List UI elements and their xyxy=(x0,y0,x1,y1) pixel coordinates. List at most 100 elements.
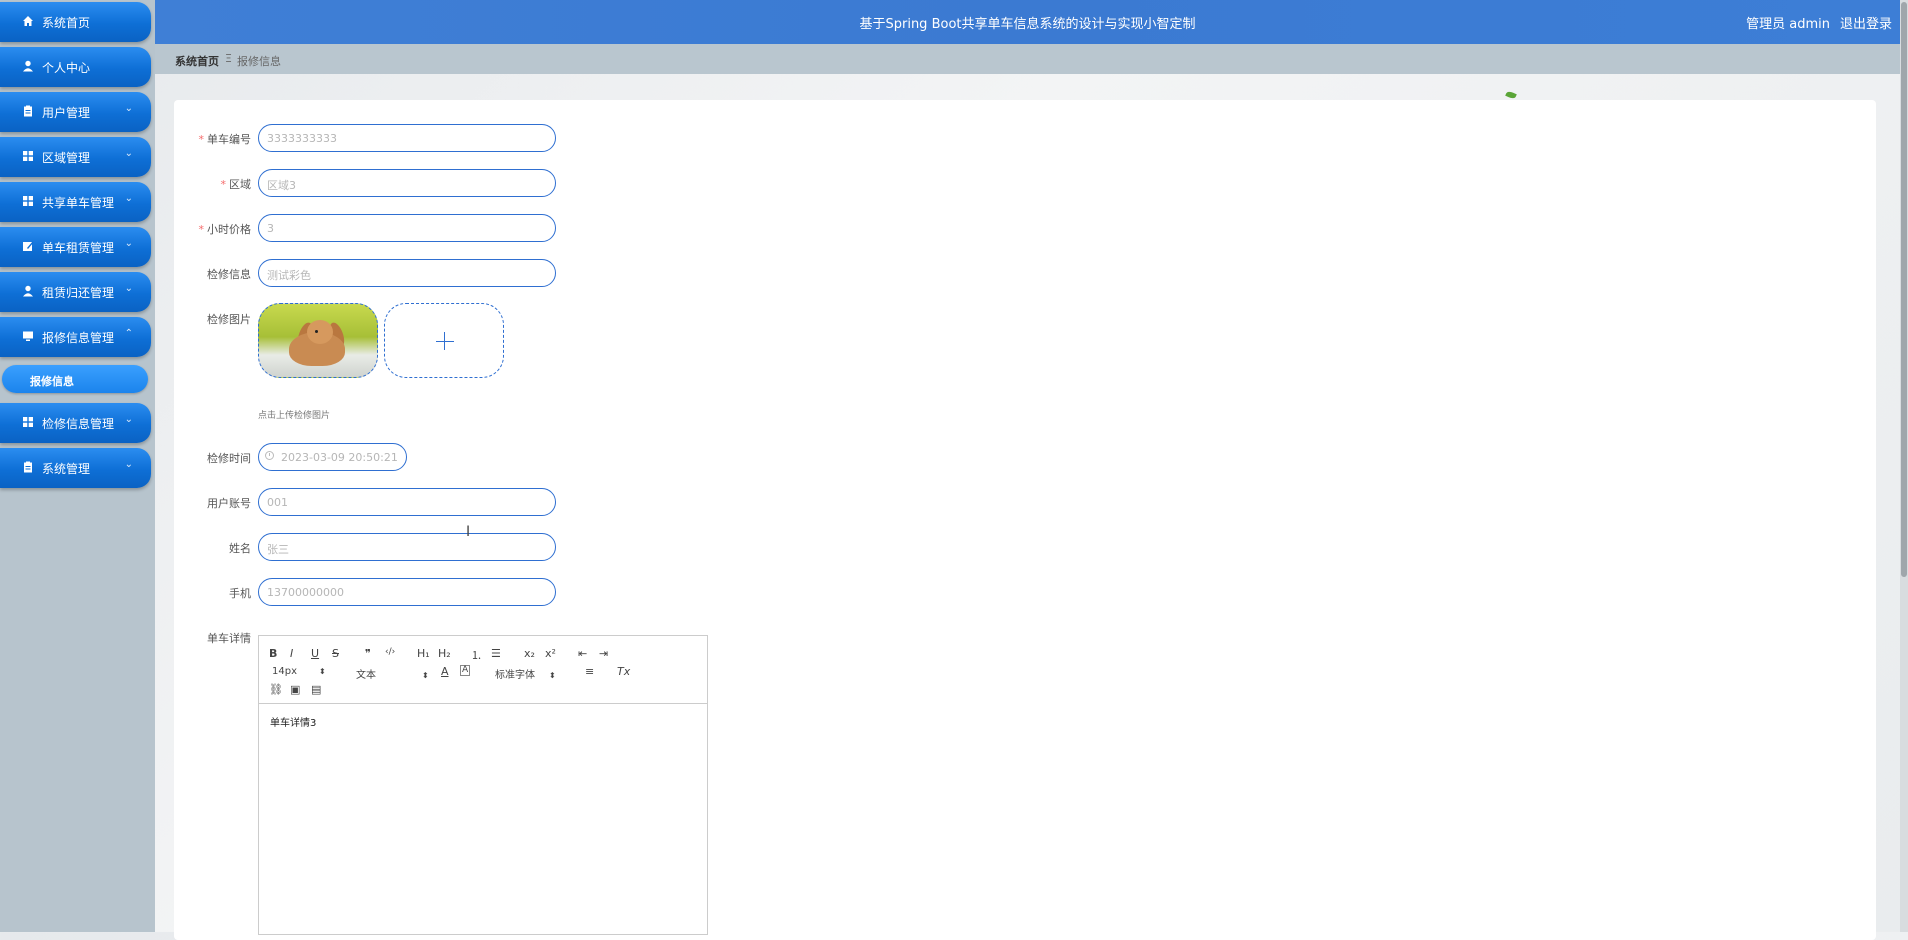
select-caret-icon: ⬍ xyxy=(319,667,326,676)
chevron-down-icon: ⌄ xyxy=(124,193,133,204)
underline-button[interactable]: U xyxy=(311,647,319,660)
breadcrumb-home[interactable]: 系统首页 xyxy=(175,53,219,69)
select-caret-icon: ⬍ xyxy=(422,671,429,680)
current-user: 管理员 admin xyxy=(1746,17,1830,32)
clipboard-icon xyxy=(24,105,32,117)
hour-price-label: * 小时价格 xyxy=(198,223,252,236)
rich-text-editor[interactable]: B I U S ❞ ‹/› H₁ H₂ ⒈ ☰ x₂ x² ⇤ ⇥ 14px ⬍ … xyxy=(258,635,708,935)
bike-no-input[interactable]: 3333333333 xyxy=(258,124,556,152)
header-select[interactable]: 文本 ⬍ xyxy=(356,666,429,681)
sidebar-item-label: 区域管理 xyxy=(42,151,91,165)
user-account-label: 用户账号 xyxy=(207,497,251,510)
sidebar-item-profile[interactable]: 个人中心 xyxy=(0,47,151,87)
user-icon xyxy=(23,285,33,297)
grid-icon xyxy=(23,417,33,427)
strike-button[interactable]: S xyxy=(332,647,339,660)
plus-icon xyxy=(436,341,454,342)
italic-button[interactable]: I xyxy=(290,647,293,660)
select-caret-icon: ⬍ xyxy=(549,671,556,680)
scrollbar-thumb[interactable] xyxy=(1901,2,1907,577)
user-icon xyxy=(23,60,33,72)
sidebar-item-label: 检修信息管理 xyxy=(42,417,115,431)
sidebar-item-label: 共享单车管理 xyxy=(42,196,115,210)
inspection-info-input[interactable]: 测试彩色 xyxy=(258,259,556,287)
editor-toolbar: B I U S ❞ ‹/› H₁ H₂ ⒈ ☰ x₂ x² ⇤ ⇥ 14px ⬍ … xyxy=(259,636,707,704)
chevron-down-icon: ⌄ xyxy=(124,238,133,249)
breadcrumb-separator: Ξ xyxy=(225,52,232,65)
sidebar-item-return-management[interactable]: 租赁归还管理 ⌄ xyxy=(0,272,151,312)
uploaded-image-thumbnail[interactable] xyxy=(258,303,378,378)
breadcrumb: 系统首页 Ξ 报修信息 xyxy=(155,44,1900,74)
sidebar-item-rental-management[interactable]: 单车租赁管理 ⌄ xyxy=(0,227,151,267)
align-button[interactable]: ≡ xyxy=(585,665,594,678)
bullet-list-button[interactable]: ☰ xyxy=(491,647,501,660)
grid-icon xyxy=(23,196,33,206)
edit-icon xyxy=(23,241,34,251)
breadcrumb-current: 报修信息 xyxy=(237,55,281,68)
sidebar-item-label: 个人中心 xyxy=(42,61,91,75)
leaf-decoration xyxy=(1505,90,1517,100)
sidebar-item-label: 报修信息管理 xyxy=(42,331,115,345)
link-button[interactable]: ⛓ xyxy=(269,683,283,696)
sidebar-subitem-label: 报修信息 xyxy=(30,375,74,388)
text-color-button[interactable]: A xyxy=(441,665,449,678)
font-size-select[interactable]: 14px ⬍ xyxy=(272,666,326,677)
image-button[interactable]: ▣ xyxy=(290,683,300,696)
clean-format-button[interactable]: Tx xyxy=(617,665,630,678)
sidebar-item-user-management[interactable]: 用户管理 ⌄ xyxy=(0,92,151,132)
sidebar: 系统首页 个人中心 用户管理 ⌄ 区域管理 ⌄ 共享单车管理 ⌄ 单车租赁管理 … xyxy=(0,0,155,932)
text-cursor-icon: I xyxy=(466,524,471,540)
upload-hint: 点击上传检修图片 xyxy=(258,411,331,421)
inspection-time-picker[interactable]: 2023-03-09 20:50:21 xyxy=(258,443,407,471)
blockquote-button[interactable]: ❞ xyxy=(365,647,371,660)
name-label: 姓名 xyxy=(229,542,251,555)
hour-price-input[interactable]: 3 xyxy=(258,214,556,242)
bold-button[interactable]: B xyxy=(269,647,277,660)
area-input[interactable]: 区域3 xyxy=(258,169,556,197)
header1-button[interactable]: H₁ xyxy=(417,647,430,660)
sidebar-item-repair-management[interactable]: 报修信息管理 ⌃ xyxy=(0,317,151,357)
chevron-down-icon: ⌄ xyxy=(124,414,133,425)
sidebar-item-home[interactable]: 系统首页 xyxy=(0,2,151,42)
sidebar-item-system-management[interactable]: 系统管理 ⌄ xyxy=(0,448,151,488)
chevron-down-icon: ⌄ xyxy=(124,148,133,159)
grid-icon xyxy=(23,151,33,161)
sidebar-item-inspection-management[interactable]: 检修信息管理 ⌄ xyxy=(0,403,151,443)
chevron-down-icon: ⌄ xyxy=(124,103,133,114)
area-label: * 区域 xyxy=(220,178,252,191)
image-upload-button[interactable] xyxy=(384,303,504,378)
outdent-button[interactable]: ⇤ xyxy=(578,647,587,660)
home-icon xyxy=(23,16,33,26)
subscript-button[interactable]: x₂ xyxy=(524,647,535,660)
top-header: 基于Spring Boot共享单车信息系统的设计与实现小智定制 管理员 admi… xyxy=(155,0,1900,44)
font-family-select[interactable]: 标准字体 ⬍ xyxy=(495,666,556,681)
monitor-icon xyxy=(23,331,33,341)
inspection-info-label: 检修信息 xyxy=(207,268,251,281)
sidebar-item-label: 用户管理 xyxy=(42,106,91,120)
logout-link[interactable]: 退出登录 xyxy=(1840,13,1892,32)
video-button[interactable]: ▤ xyxy=(311,683,321,696)
clock-icon xyxy=(265,451,274,460)
bike-no-label: * 单车编号 xyxy=(198,133,252,146)
inspection-time-label: 检修时间 xyxy=(207,452,251,465)
sidebar-item-label: 单车租赁管理 xyxy=(42,241,115,255)
header2-button[interactable]: H₂ xyxy=(438,647,451,660)
sidebar-item-bike-management[interactable]: 共享单车管理 ⌄ xyxy=(0,182,151,222)
superscript-button[interactable]: x² xyxy=(545,647,556,660)
app-title: 基于Spring Boot共享单车信息系统的设计与实现小智定制 xyxy=(859,17,1196,32)
sidebar-subitem-repair-info[interactable]: 报修信息 xyxy=(2,365,148,393)
editor-content[interactable]: 单车详情3 xyxy=(270,714,316,729)
bike-details-label: 单车详情 xyxy=(207,632,251,645)
inspection-image-label: 检修图片 xyxy=(207,313,251,326)
user-account-input[interactable]: 001 xyxy=(258,488,556,516)
chevron-down-icon: ⌄ xyxy=(124,283,133,294)
ordered-list-button[interactable]: ⒈ xyxy=(471,647,482,663)
background-color-button[interactable]: A xyxy=(460,665,471,676)
code-block-button[interactable]: ‹/› xyxy=(385,647,395,657)
indent-button[interactable]: ⇥ xyxy=(599,647,608,660)
page-scrollbar[interactable] xyxy=(1900,0,1908,932)
sidebar-item-area-management[interactable]: 区域管理 ⌄ xyxy=(0,137,151,177)
chevron-down-icon: ⌄ xyxy=(124,459,133,470)
phone-input[interactable]: 13700000000 xyxy=(258,578,556,606)
name-input[interactable]: 张三 xyxy=(258,533,556,561)
